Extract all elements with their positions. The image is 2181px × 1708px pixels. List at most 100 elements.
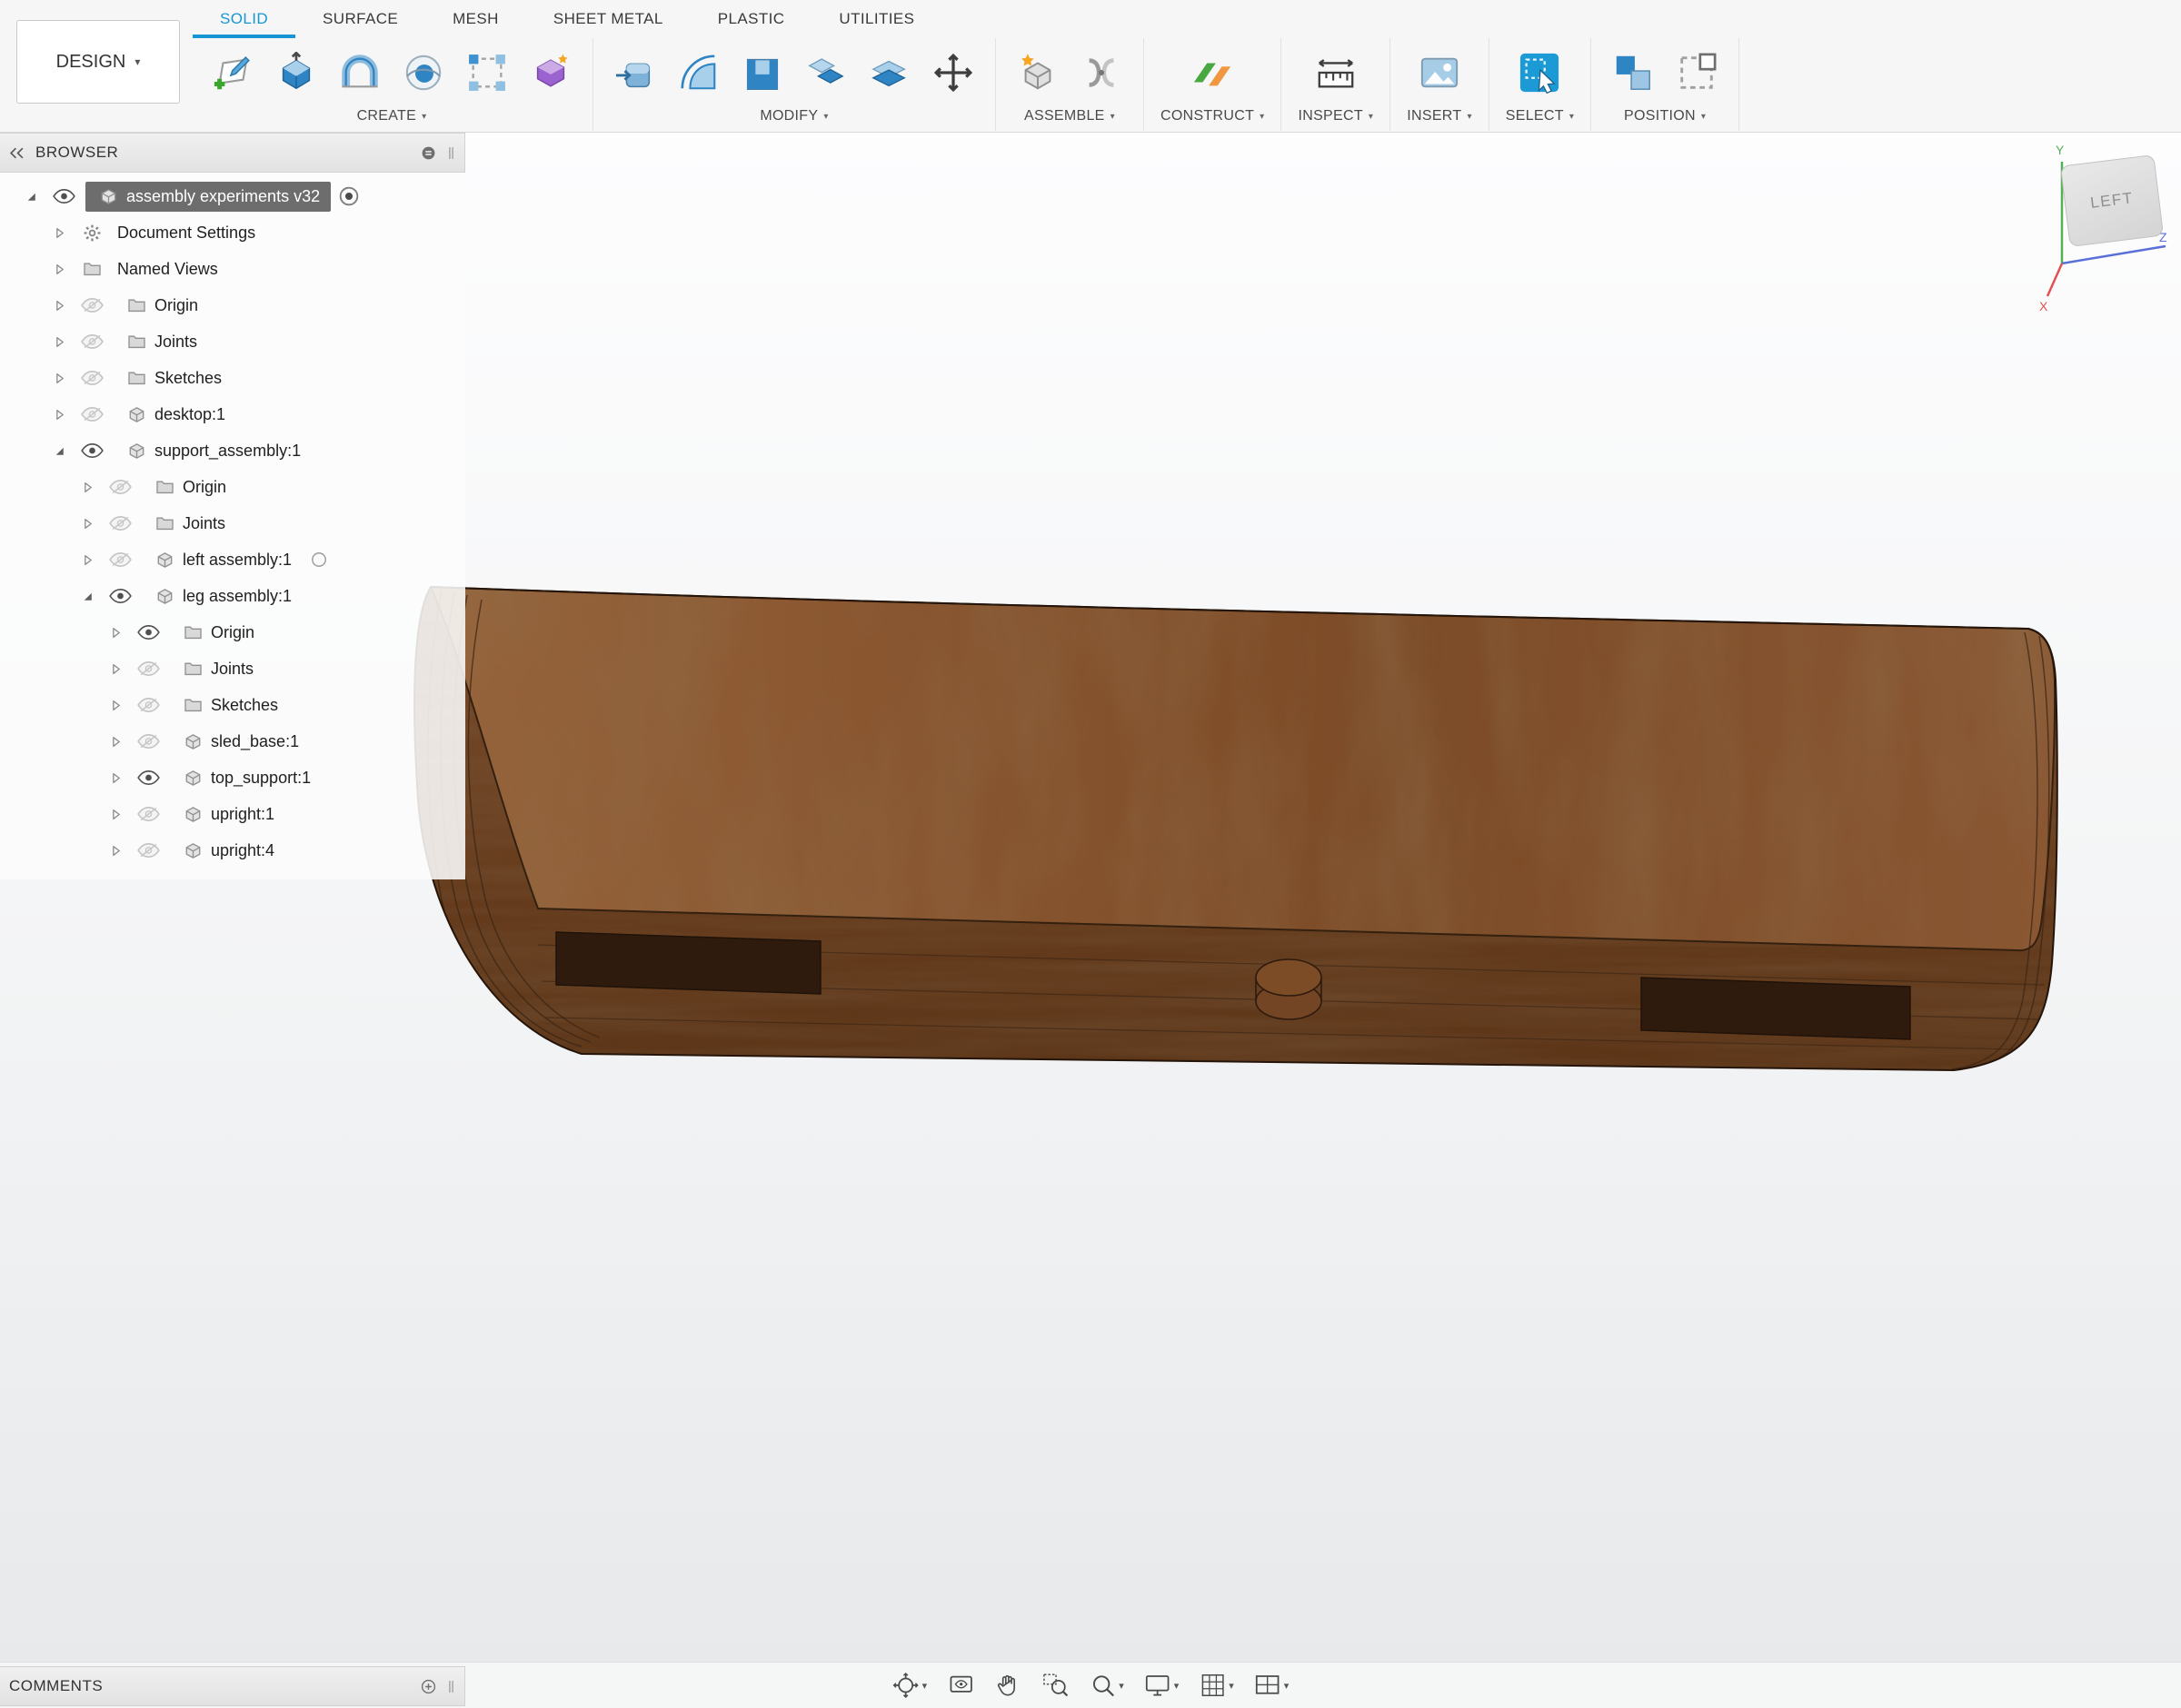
expand-caret-icon[interactable] <box>46 335 72 349</box>
expand-caret-icon[interactable] <box>103 735 128 749</box>
expand-caret-icon[interactable] <box>75 481 100 494</box>
shell-button[interactable] <box>737 47 788 98</box>
visibility-eye-icon[interactable] <box>128 770 168 786</box>
toolbar-menu-modify[interactable]: MODIFY▾ <box>760 104 828 129</box>
browser-row[interactable]: support_assembly:1 <box>0 432 465 469</box>
browser-node[interactable]: Joints <box>170 654 264 684</box>
orbit-button[interactable]: ▾ <box>887 1668 933 1703</box>
visibility-eye-icon[interactable] <box>72 297 112 313</box>
visibility-eye-icon[interactable] <box>128 842 168 859</box>
pan-button[interactable] <box>989 1668 1027 1703</box>
expand-caret-icon[interactable] <box>46 226 72 240</box>
rectangular-pattern-button[interactable] <box>462 47 513 98</box>
toolbar-menu-create[interactable]: CREATE▾ <box>357 104 427 129</box>
activate-component-radio[interactable] <box>310 551 328 569</box>
browser-node[interactable]: top_support:1 <box>170 763 322 793</box>
visibility-eye-icon[interactable] <box>72 333 112 350</box>
browser-node[interactable]: desktop:1 <box>114 400 236 430</box>
browser-node[interactable]: upright:1 <box>170 799 285 829</box>
browser-node[interactable]: left assembly:1 <box>142 545 303 575</box>
visibility-eye-icon[interactable] <box>100 588 140 604</box>
move-button[interactable] <box>928 47 979 98</box>
add-comment-icon[interactable] <box>421 1679 436 1694</box>
tab-surface[interactable]: SURFACE <box>295 0 425 38</box>
visibility-eye-icon[interactable] <box>72 442 112 459</box>
select-tool-button[interactable] <box>1514 47 1565 98</box>
expand-caret-icon[interactable] <box>46 263 72 276</box>
browser-node[interactable]: Joints <box>142 509 236 539</box>
new-component-button[interactable] <box>1012 47 1063 98</box>
visibility-eye-icon[interactable] <box>128 733 168 750</box>
browser-row[interactable]: Joints <box>0 323 465 360</box>
toolbar-menu-insert[interactable]: INSERT▾ <box>1407 104 1472 129</box>
browser-node[interactable]: support_assembly:1 <box>114 436 312 466</box>
browser-node[interactable]: leg assembly:1 <box>142 581 303 611</box>
design-menu-button[interactable]: DESIGN ▾ <box>16 20 180 104</box>
visibility-eye-icon[interactable] <box>128 660 168 677</box>
zoom-window-button[interactable] <box>1036 1668 1074 1703</box>
panel-options-icon[interactable] <box>421 145 436 161</box>
tab-solid[interactable]: SOLID <box>193 0 295 38</box>
comments-panel[interactable]: COMMENTS <box>0 1666 465 1704</box>
tab-utilities[interactable]: UTILITIES <box>812 0 941 38</box>
expand-caret-icon[interactable] <box>103 699 128 712</box>
expand-caret-icon[interactable] <box>75 517 100 531</box>
browser-node[interactable]: sled_base:1 <box>170 727 310 757</box>
collapse-caret-icon[interactable] <box>18 190 44 204</box>
revert-position-button[interactable] <box>1671 47 1722 98</box>
browser-row[interactable]: upright:4 <box>0 832 465 869</box>
viewports-button[interactable]: ▾ <box>1249 1668 1295 1703</box>
visibility-eye-icon[interactable] <box>100 515 140 531</box>
capture-position-button[interactable] <box>1608 47 1658 98</box>
browser-node[interactable]: assembly experiments v32 <box>85 182 331 212</box>
browser-row[interactable]: Origin <box>0 287 465 323</box>
toolbar-menu-select[interactable]: SELECT▾ <box>1506 104 1574 129</box>
tab-mesh[interactable]: MESH <box>425 0 526 38</box>
grip-icon[interactable] <box>447 1679 455 1694</box>
measure-button[interactable] <box>1310 47 1361 98</box>
browser-row[interactable]: left assembly:1 <box>0 541 465 578</box>
browser-node[interactable]: Joints <box>114 327 208 357</box>
browser-panel-header[interactable]: BROWSER <box>0 133 465 173</box>
browser-node[interactable]: Sketches <box>114 363 233 393</box>
look-at-button[interactable] <box>941 1668 980 1703</box>
fillet-button[interactable] <box>673 47 724 98</box>
expand-caret-icon[interactable] <box>46 372 72 385</box>
visibility-eye-icon[interactable] <box>100 479 140 495</box>
display-settings-button[interactable]: ▾ <box>1139 1668 1185 1703</box>
split-body-button[interactable] <box>864 47 915 98</box>
extrude-button[interactable] <box>271 47 322 98</box>
browser-node[interactable]: Named Views <box>114 254 229 284</box>
expand-caret-icon[interactable] <box>46 299 72 313</box>
expand-caret-icon[interactable] <box>103 662 128 676</box>
view-cube-face[interactable]: LEFT <box>2060 154 2164 247</box>
revolve-button[interactable] <box>334 47 385 98</box>
insert-image-button[interactable] <box>1414 47 1465 98</box>
browser-row[interactable]: sled_base:1 <box>0 723 465 760</box>
browser-node[interactable]: Document Settings <box>114 218 266 248</box>
toolbar-menu-position[interactable]: POSITION▾ <box>1624 104 1706 129</box>
view-cube[interactable]: Y Z X LEFT <box>2036 136 2172 327</box>
browser-node[interactable]: Origin <box>170 618 265 648</box>
zoom-button[interactable]: ▾ <box>1083 1668 1130 1703</box>
browser-row[interactable]: assembly experiments v32 <box>0 178 465 214</box>
collapse-panel-icon[interactable] <box>9 147 25 159</box>
browser-row[interactable]: Named Views <box>0 251 465 287</box>
browser-row[interactable]: Sketches <box>0 360 465 396</box>
browser-row[interactable]: upright:1 <box>0 796 465 832</box>
expand-caret-icon[interactable] <box>103 844 128 858</box>
create-form-button[interactable] <box>525 47 576 98</box>
press-pull-button[interactable] <box>610 47 661 98</box>
toolbar-menu-inspect[interactable]: INSPECT▾ <box>1298 104 1373 129</box>
browser-row[interactable]: Document Settings <box>0 214 465 251</box>
combine-button[interactable] <box>801 47 851 98</box>
browser-node[interactable]: Origin <box>142 472 237 502</box>
browser-row[interactable]: Origin <box>0 469 465 505</box>
visibility-eye-icon[interactable] <box>44 188 84 204</box>
visibility-eye-icon[interactable] <box>128 624 168 640</box>
collapse-caret-icon[interactable] <box>75 590 100 603</box>
construct-plane-button[interactable] <box>1187 47 1238 98</box>
collapse-caret-icon[interactable] <box>46 444 72 458</box>
expand-caret-icon[interactable] <box>103 626 128 640</box>
browser-row[interactable]: Joints <box>0 505 465 541</box>
